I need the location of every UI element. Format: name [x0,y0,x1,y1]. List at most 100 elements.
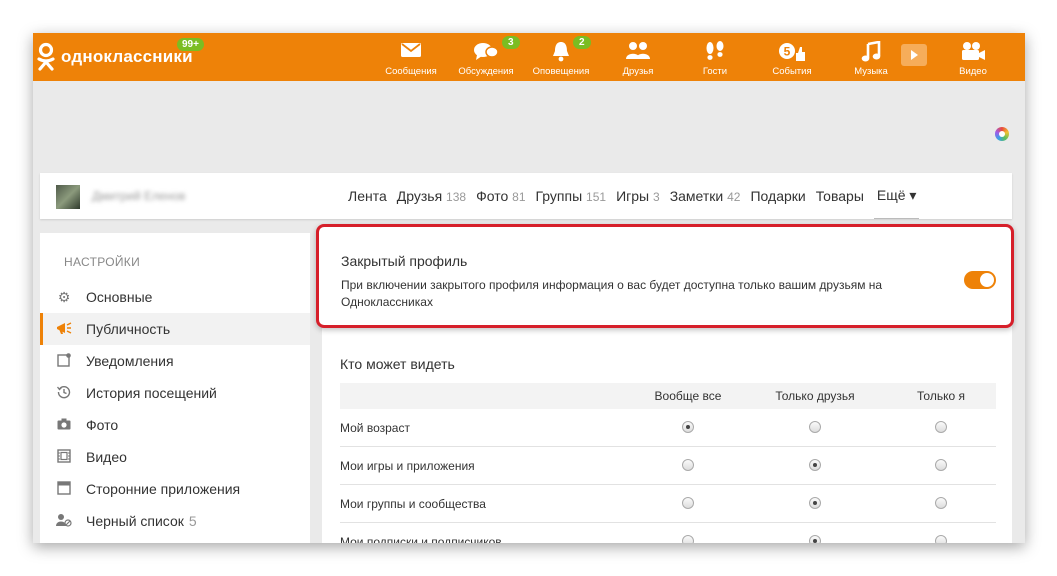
toggle-knob [980,273,994,287]
table-row: Мои группы и сообщества [340,485,996,523]
film-icon [54,448,74,466]
closed-profile-description: При включении закрытого профиля информац… [341,278,883,309]
nav-label: События [772,66,812,77]
sidebar-item-photo[interactable]: Фото [40,409,310,441]
video-camera-icon [962,42,985,60]
row-label: Мои группы и сообщества [340,497,486,511]
friends-icon [626,42,650,59]
column-header: Только я [917,389,965,403]
nav-music[interactable]: Музыка [841,33,901,81]
tab-games[interactable]: Игры 3 [616,188,660,204]
notifications-badge: 2 [573,36,591,49]
radio-only-me[interactable] [935,497,947,509]
discussions-badge: 3 [502,36,520,49]
closed-profile-toggle[interactable] [964,271,996,289]
profile-tabs: Лента Друзья 138 Фото 81 Группы 151 Игры… [348,173,929,219]
radio-friends-only[interactable] [809,421,821,433]
radio-friends-only[interactable] [809,497,821,509]
table-row: Мои игры и приложения [340,447,996,485]
row-label: Мой возраст [340,421,410,435]
blocked-user-icon [54,513,74,530]
profile-name[interactable]: Дмитрий Еленов [92,189,185,203]
sidebar-item-main[interactable]: ⚙ Основные [40,281,310,313]
radio-only-me[interactable] [935,459,947,471]
column-header: Только друзья [775,389,855,403]
tab-friends[interactable]: Друзья 138 [397,188,466,204]
tab-count: 81 [512,190,526,204]
column-header: Вообще все [654,389,722,403]
tab-groups[interactable]: Группы 151 [536,188,607,204]
tab-count: 42 [727,190,741,204]
tab-more[interactable]: Ещё ▾ [873,174,920,219]
events-icon: 5 [779,43,805,61]
sidebar-item-history[interactable]: История посещений [40,377,310,409]
tab-photos[interactable]: Фото 81 [476,188,525,204]
radio-everyone[interactable] [682,497,694,509]
color-theme-icon[interactable] [995,127,1009,141]
camera-icon [54,417,74,433]
profile-bar: Дмитрий Еленов Лента Друзья 138 Фото 81 … [40,173,1012,219]
envelope-icon [401,43,421,57]
sidebar-item-label: Публичность [86,321,171,337]
tab-count: 138 [446,190,467,204]
tab-notes[interactable]: Заметки 42 [670,188,741,204]
footprints-icon [706,41,724,60]
music-note-icon [861,41,881,62]
sidebar-item-label: Черный список [86,513,184,529]
history-icon [54,385,74,402]
nav-discussions[interactable]: 3 Обсуждения [456,33,520,81]
sidebar-item-label: Видео [86,449,127,465]
sidebar-heading: НАСТРОЙКИ [64,255,141,269]
tab-count: 3 [653,190,660,204]
chat-bubbles-icon [474,43,499,60]
nav-guests[interactable]: Гости [685,33,745,81]
radio-friends-only[interactable] [809,459,821,471]
nav-events[interactable]: 5 События [762,33,822,81]
play-icon [911,50,918,60]
settings-sidebar: НАСТРОЙКИ ⚙ Основные Публичность Уведомл… [40,233,310,543]
radio-everyone[interactable] [682,535,694,543]
table-row: Мой возраст [340,409,996,447]
browser-window: одноклассники 99+ Сообщения 3 Обсуждения [33,33,1025,543]
radio-friends-only[interactable] [809,535,821,543]
sidebar-item-label: Основные [86,289,153,305]
blacklist-count: 5 [188,513,197,529]
brand-name: одноклассники [61,47,193,66]
nav-messages[interactable]: Сообщения [381,33,441,81]
tab-count: 151 [586,190,607,204]
ok-logo[interactable]: одноклассники 99+ [37,38,204,72]
row-label: Мои игры и приложения [340,459,475,473]
nav-video[interactable]: Видео [943,33,1003,81]
nav-notifications[interactable]: 2 Оповещения [531,33,591,81]
video-promo-button[interactable] [901,44,927,66]
ok-logo-icon [37,42,55,71]
closed-profile-card: Закрытый профиль При включении закрытого… [316,224,1014,328]
tab-gifts[interactable]: Подарки [750,188,805,204]
radio-everyone[interactable] [682,421,694,433]
bell-icon [553,42,569,62]
radio-everyone[interactable] [682,459,694,471]
sidebar-item-blacklist[interactable]: Черный список 5 [40,505,310,537]
tab-feed[interactable]: Лента [348,188,387,204]
avatar[interactable] [56,185,80,209]
sidebar-item-label: История посещений [86,385,217,401]
radio-only-me[interactable] [935,421,947,433]
brand-badge: 99+ [177,38,204,51]
svg-text:5: 5 [784,45,791,59]
row-label: Мои подписки и подписчиков [340,535,502,543]
gear-icon: ⚙ [57,288,71,305]
notification-icon [54,352,74,370]
sidebar-item-publicity[interactable]: Публичность [40,313,310,345]
apps-window-icon [54,480,74,498]
radio-only-me[interactable] [935,535,947,543]
sidebar-item-apps[interactable]: Сторонние приложения [40,473,310,505]
tab-goods[interactable]: Товары [816,188,864,204]
nav-friends[interactable]: Друзья [608,33,668,81]
sidebar-item-notifications[interactable]: Уведомления [40,345,310,377]
sidebar-item-video[interactable]: Видео [40,441,310,473]
megaphone-icon [54,321,74,338]
closed-profile-title: Закрытый профиль [341,253,468,269]
sidebar-item-label: Фото [86,417,119,433]
sidebar-item-label: Уведомления [86,353,174,369]
nav-label: Музыка [854,66,888,77]
